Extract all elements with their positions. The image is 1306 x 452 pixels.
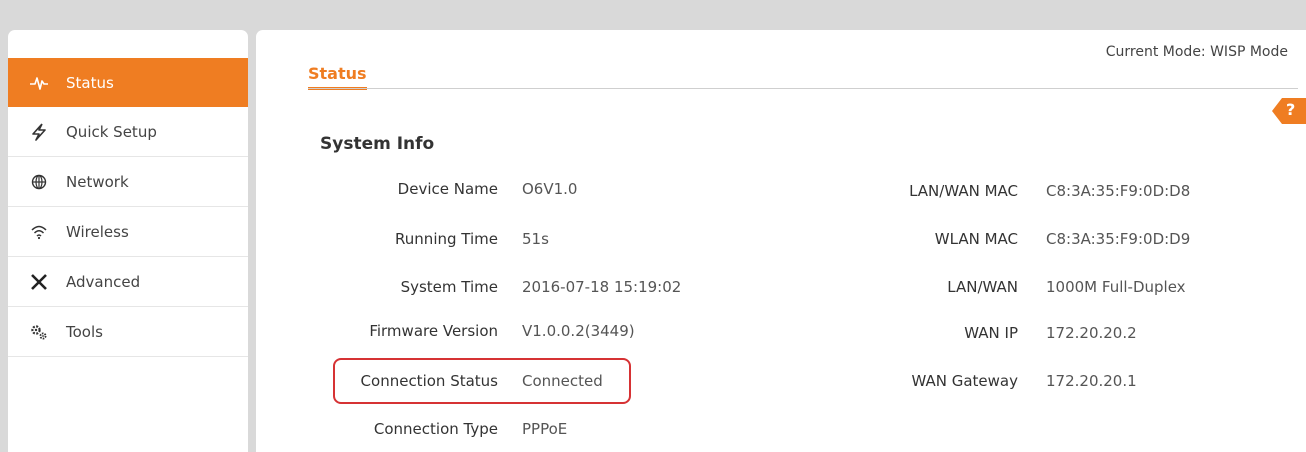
info-label: LAN/WAN MAC [909,182,1018,200]
sidebar-item-label: Advanced [66,272,141,291]
gears-icon [26,324,52,340]
info-label: WAN IP [964,324,1018,342]
sidebar-item-label: Wireless [66,222,129,241]
info-value: C8:3A:35:F9:0D:D8 [1046,182,1191,200]
sidebar-menu: Status Quick Setup Network Wireless Adva… [8,58,248,357]
help-button[interactable]: ? [1272,98,1306,124]
info-value: C8:3A:35:F9:0D:D9 [1046,230,1191,248]
sidebar: Status Quick Setup Network Wireless Adva… [8,30,248,452]
main-panel: Current Mode: WISP Mode Status ? System … [256,30,1306,452]
pulse-icon [26,75,52,91]
info-label: WLAN MAC [934,230,1018,248]
sidebar-item-advanced[interactable]: Advanced [8,257,248,307]
info-label: System Time [400,278,498,296]
info-label: WAN Gateway [911,372,1018,390]
sidebar-item-wireless[interactable]: Wireless [8,207,248,257]
sidebar-item-label: Tools [66,322,103,341]
connection-status-highlight [333,358,631,404]
wifi-icon [26,224,52,240]
sidebar-item-status[interactable]: Status [8,58,248,107]
info-value: V1.0.0.2(3449) [522,322,635,340]
info-label: Connection Type [373,420,498,438]
tools-cross-icon [26,273,52,291]
globe-icon [26,174,52,190]
sidebar-item-network[interactable]: Network [8,157,248,207]
info-value: 2016-07-18 15:19:02 [522,278,682,296]
sidebar-item-label: Status [66,73,114,92]
info-value: 51s [522,230,549,248]
sidebar-item-tools[interactable]: Tools [8,307,248,357]
section-title: System Info [320,134,435,154]
lightning-icon [26,122,52,141]
sidebar-item-label: Network [66,172,129,191]
sidebar-item-quick-setup[interactable]: Quick Setup [8,107,248,157]
info-label: Firmware Version [369,322,498,340]
info-value: 1000M Full-Duplex [1046,278,1186,296]
info-label: Running Time [395,230,498,248]
info-value: O6V1.0 [522,180,578,198]
info-value: 172.20.20.1 [1046,372,1137,390]
info-label: Device Name [397,180,498,198]
sidebar-item-label: Quick Setup [66,122,157,141]
help-label: ? [1286,100,1296,119]
info-value: 172.20.20.2 [1046,324,1137,342]
info-label: LAN/WAN [947,278,1018,296]
tab-divider [308,88,1298,89]
current-mode-text: Current Mode: WISP Mode [1105,44,1288,60]
tab-status[interactable]: Status [308,64,367,90]
info-value: PPPoE [522,420,568,438]
